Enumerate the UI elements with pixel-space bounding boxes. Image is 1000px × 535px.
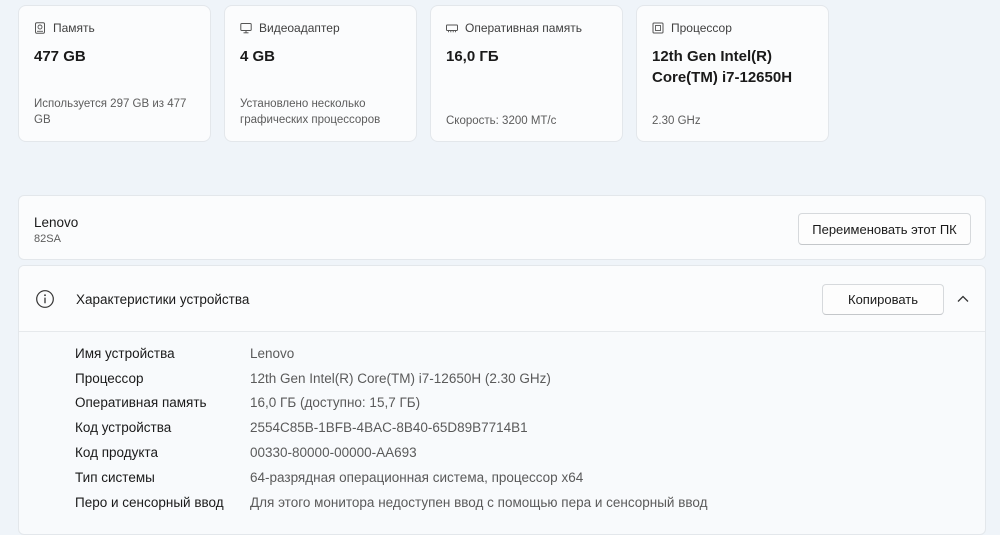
spec-rows: Имя устройства Lenovo Процессор 12th Gen… xyxy=(75,341,708,515)
device-specifications-panel: Характеристики устройства Копировать Имя… xyxy=(18,265,986,535)
card-subtitle: Скорость: 3200 МТ/с xyxy=(446,115,557,127)
card-title: Память xyxy=(53,21,95,35)
card-title: Оперативная память xyxy=(465,21,582,35)
spec-row-device-id: Код устройства 2554C85B-1BFB-4BAC-8B40-6… xyxy=(75,415,708,440)
spec-value: 16,0 ГБ (доступно: 15,7 ГБ) xyxy=(250,395,421,411)
chevron-up-icon[interactable] xyxy=(956,292,970,306)
processor-card[interactable]: Процессор 12th Gen Intel(R) Core(TM) i7-… xyxy=(636,5,829,142)
spec-value: 12th Gen Intel(R) Core(TM) i7-12650H (2.… xyxy=(250,370,551,386)
graphics-card[interactable]: Видеоадаптер 4 GB Установлено несколько … xyxy=(224,5,417,142)
specs-header[interactable]: Характеристики устройства Копировать xyxy=(19,266,985,332)
storage-card[interactable]: Память 477 GB Используется 297 GB из 477… xyxy=(18,5,211,142)
card-title: Видеоадаптер xyxy=(259,21,340,35)
card-header: Процессор xyxy=(652,21,813,35)
spec-label: Процессор xyxy=(75,370,144,386)
device-name-panel: Lenovo 82SA Переименовать этот ПК xyxy=(18,195,986,260)
storage-icon xyxy=(35,22,45,34)
summary-cards: Память 477 GB Используется 297 GB из 477… xyxy=(18,5,829,142)
spec-value: Lenovo xyxy=(250,345,295,361)
ram-icon xyxy=(446,24,458,33)
copy-button[interactable]: Копировать xyxy=(822,284,944,315)
spec-row-system-type: Тип системы 64-разрядная операционная си… xyxy=(75,465,708,490)
card-subtitle: Установлено несколько графических процес… xyxy=(240,98,381,126)
spec-row-processor: Процессор 12th Gen Intel(R) Core(TM) i7-… xyxy=(75,366,708,391)
ram-card[interactable]: Оперативная память 16,0 ГБ Скорость: 320… xyxy=(430,5,623,142)
device-model: 82SA xyxy=(34,233,61,245)
spec-label: Имя устройства xyxy=(75,345,175,361)
spec-label: Тип системы xyxy=(75,469,155,485)
card-value: 12th Gen Intel(R) Core(TM) i7-12650H xyxy=(652,48,793,86)
processor-icon xyxy=(652,22,664,34)
card-header: Память xyxy=(34,21,195,35)
spec-row-pen-touch: Перо и сенсорный ввод Для этого монитора… xyxy=(75,490,708,515)
spec-row-product-id: Код продукта 00330-80000-00000-AA693 xyxy=(75,440,708,465)
card-value: 16,0 ГБ xyxy=(446,48,499,65)
spec-row-ram: Оперативная память 16,0 ГБ (доступно: 15… xyxy=(75,391,708,416)
device-name: Lenovo xyxy=(34,215,79,230)
spec-label: Код устройства xyxy=(75,420,172,436)
card-subtitle: 2.30 GHz xyxy=(652,115,701,127)
card-header: Видеоадаптер xyxy=(240,21,401,35)
spec-label: Оперативная память xyxy=(75,395,207,411)
spec-value: 2554C85B-1BFB-4BAC-8B40-65D89B7714B1 xyxy=(250,420,528,436)
rename-pc-button[interactable]: Переименовать этот ПК xyxy=(798,213,971,245)
specs-title: Характеристики устройства xyxy=(76,292,250,307)
spec-value: 00330-80000-00000-AA693 xyxy=(250,445,417,461)
card-subtitle: Используется 297 GB из 477 GB xyxy=(34,98,187,126)
info-icon xyxy=(36,290,54,308)
spec-row-device-name: Имя устройства Lenovo xyxy=(75,341,708,366)
spec-value: 64-разрядная операционная система, проце… xyxy=(250,469,584,485)
card-header: Оперативная память xyxy=(446,21,607,35)
card-value: 4 GB xyxy=(240,48,276,65)
card-title: Процессор xyxy=(671,21,732,35)
spec-label: Перо и сенсорный ввод xyxy=(75,494,224,510)
card-value: 477 GB xyxy=(34,48,86,65)
spec-value: Для этого монитора недоступен ввод с пом… xyxy=(250,494,708,510)
spec-label: Код продукта xyxy=(75,445,158,461)
display-adapter-icon xyxy=(240,23,252,34)
